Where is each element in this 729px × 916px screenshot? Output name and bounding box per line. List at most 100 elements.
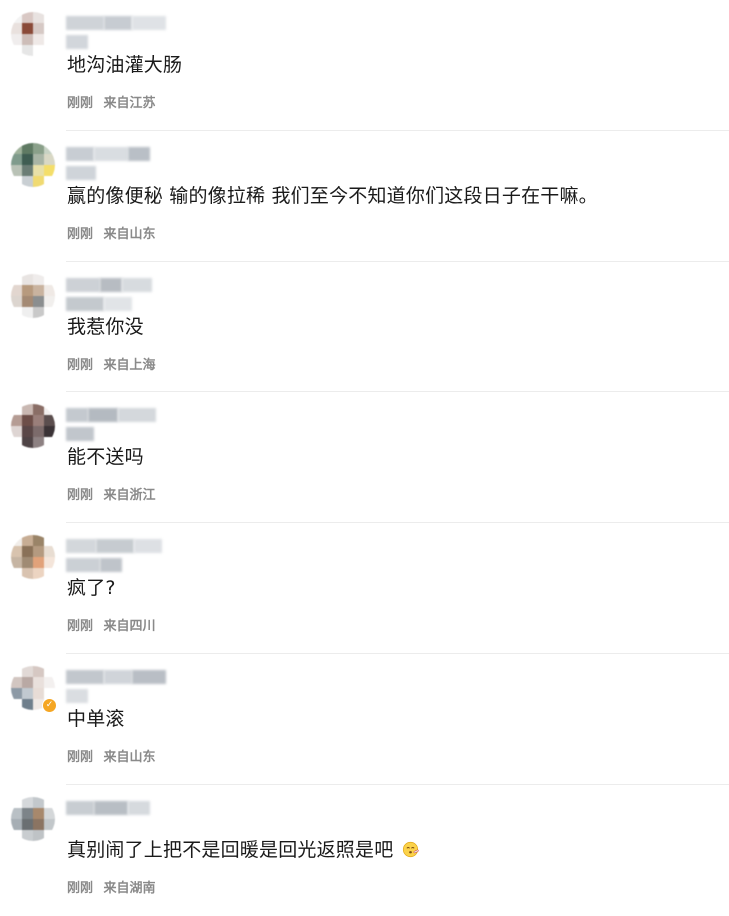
avatar-pixel xyxy=(44,676,55,688)
avatar-pixel xyxy=(22,796,33,808)
comment-item: 真别闹了上把不是回暖是回光返照是吧 刚刚 来自湖南 xyxy=(0,785,729,916)
avatar-pixel xyxy=(22,807,33,819)
avatar-pixel xyxy=(11,153,22,165)
avatar-pixel xyxy=(11,23,22,34)
avatar-pixel xyxy=(33,23,44,34)
avatar-pixel xyxy=(44,273,55,285)
avatar-pixel xyxy=(33,687,44,699)
avatar-pixel xyxy=(33,546,44,558)
avatar-pixel xyxy=(33,807,44,819)
avatar-pixel xyxy=(44,818,55,830)
nickname-mosaic-block xyxy=(132,669,166,684)
nickname-mosaic-block xyxy=(66,16,104,30)
avatar-pixel xyxy=(44,284,55,296)
avatar-pixel xyxy=(22,568,33,580)
nickname-mosaic-block xyxy=(100,277,122,292)
avatar-pixel xyxy=(33,404,44,416)
comment-item: 疯了? 刚刚 来自四川 xyxy=(0,523,729,654)
avatar-pixel xyxy=(22,284,33,296)
avatar[interactable] xyxy=(11,796,55,841)
comment-meta: 刚刚 来自江苏 xyxy=(67,92,156,111)
avatar-pixel xyxy=(44,295,55,307)
nickname-mosaic-block xyxy=(66,165,96,180)
avatar-pixel xyxy=(44,175,55,187)
avatar-pixel xyxy=(11,665,22,677)
comment-text: 赢的像便秘 输的像拉稀 我们至今不知道你们这段日子在干嘛。 xyxy=(67,181,598,208)
avatar-pixel xyxy=(11,142,22,154)
avatar-pixel xyxy=(33,273,44,285)
avatar-pixel xyxy=(11,676,22,688)
avatar-pixel xyxy=(33,306,44,318)
avatar-pixel xyxy=(44,437,55,449)
avatar-pixel xyxy=(44,807,55,819)
avatar-pixel xyxy=(33,45,44,56)
avatar-pixel xyxy=(44,306,55,318)
avatar-pixel xyxy=(33,284,44,296)
nickname-blurred[interactable] xyxy=(66,408,176,442)
avatar-pixel xyxy=(44,829,55,841)
avatar-pixel xyxy=(11,12,22,23)
nickname-mosaic-block xyxy=(88,408,118,423)
avatar-pixel xyxy=(33,535,44,547)
avatar-pixel xyxy=(44,23,55,34)
avatar-pixel xyxy=(22,164,33,176)
avatar-pixel xyxy=(33,818,44,830)
avatar-pixel xyxy=(11,546,22,558)
avatar-pixel xyxy=(33,676,44,688)
avatar[interactable] xyxy=(11,404,55,449)
avatar-pixel xyxy=(44,12,55,23)
avatar-pixel xyxy=(22,23,33,34)
avatar-pixel xyxy=(11,535,22,547)
avatar-pixel xyxy=(22,295,33,307)
nickname-blurred[interactable] xyxy=(66,146,176,180)
avatar-pixel xyxy=(11,818,22,830)
nickname-blurred[interactable] xyxy=(66,800,176,821)
comment-time: 刚刚 xyxy=(67,96,94,111)
avatar-pixel xyxy=(44,142,55,154)
comment-item: 地沟油灌大肠 刚刚 来自江苏 xyxy=(0,0,729,131)
avatar-pixel xyxy=(22,557,33,569)
comment-item: 赢的像便秘 输的像拉稀 我们至今不知道你们这段日子在干嘛。 刚刚 来自山东 xyxy=(0,131,729,262)
avatar[interactable] xyxy=(11,12,55,56)
nickname-mosaic-block xyxy=(104,16,132,30)
comment-text: 中单滚 xyxy=(67,704,125,731)
nickname-mosaic-block xyxy=(66,35,88,49)
avatar-pixel xyxy=(22,153,33,165)
avatar-pixel xyxy=(44,557,55,569)
comment-text: 我惹你没 xyxy=(67,312,144,339)
nickname-mosaic-block xyxy=(94,800,128,815)
avatar-pixel xyxy=(11,557,22,569)
avatar-pixel xyxy=(33,164,44,176)
avatar-pixel xyxy=(44,45,55,56)
avatar-pixel xyxy=(11,415,22,427)
comment-meta: 刚刚 来自山东 xyxy=(67,223,156,242)
comment-location: 来自江苏 xyxy=(103,96,156,111)
avatar-pixel xyxy=(11,45,22,56)
avatar-pixel xyxy=(22,665,33,677)
nickname-mosaic-block xyxy=(66,427,94,442)
comment-meta: 刚刚 来自湖南 xyxy=(67,877,156,896)
avatar[interactable] xyxy=(11,535,55,580)
avatar-pixel xyxy=(11,568,22,580)
verified-badge-icon: ✓ xyxy=(42,697,57,713)
avatar-pixel xyxy=(33,426,44,438)
avatar-pixel xyxy=(22,829,33,841)
avatar[interactable] xyxy=(11,273,55,318)
avatar-pixel xyxy=(22,437,33,449)
comment-location: 来自上海 xyxy=(103,357,156,373)
nickname-mosaic-block xyxy=(66,277,100,292)
nickname-mosaic-block xyxy=(128,800,150,815)
nickname-blurred[interactable] xyxy=(66,16,176,49)
nickname-blurred[interactable] xyxy=(66,277,176,311)
avatar-pixel xyxy=(22,546,33,558)
nickname-mosaic-block xyxy=(128,146,150,161)
comment-text: 地沟油灌大肠 xyxy=(67,50,182,77)
avatar-pixel xyxy=(11,807,22,819)
nickname-mosaic-block xyxy=(66,688,88,703)
nickname-blurred[interactable] xyxy=(66,539,176,573)
avatar-pixel xyxy=(11,796,22,808)
nickname-mosaic-block xyxy=(66,296,104,311)
avatar[interactable] xyxy=(11,142,55,187)
nickname-mosaic-block xyxy=(66,669,104,684)
nickname-blurred[interactable] xyxy=(66,669,176,703)
